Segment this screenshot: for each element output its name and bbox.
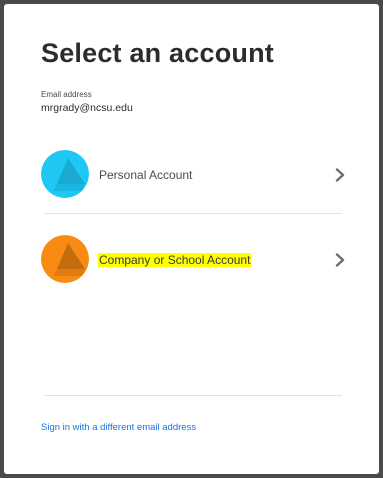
email-address-label: Email address — [41, 90, 92, 99]
divider — [44, 395, 342, 396]
personal-account-option[interactable]: Personal Account — [41, 150, 346, 200]
personal-account-icon — [41, 150, 89, 198]
company-account-option[interactable]: Company or School Account — [41, 235, 346, 285]
account-selection-card: Select an account Email address mrgrady@… — [4, 4, 379, 474]
personal-account-label: Personal Account — [99, 168, 193, 182]
page-title: Select an account — [41, 38, 274, 68]
email-address-value: mrgrady@ncsu.edu — [41, 102, 133, 114]
divider — [44, 213, 342, 214]
company-account-label: Company or School Account — [98, 253, 252, 267]
different-email-signin-link[interactable]: Sign in with a different email address — [41, 422, 196, 433]
company-account-icon — [41, 235, 89, 283]
chevron-right-icon — [335, 253, 345, 267]
chevron-right-icon — [335, 168, 345, 182]
